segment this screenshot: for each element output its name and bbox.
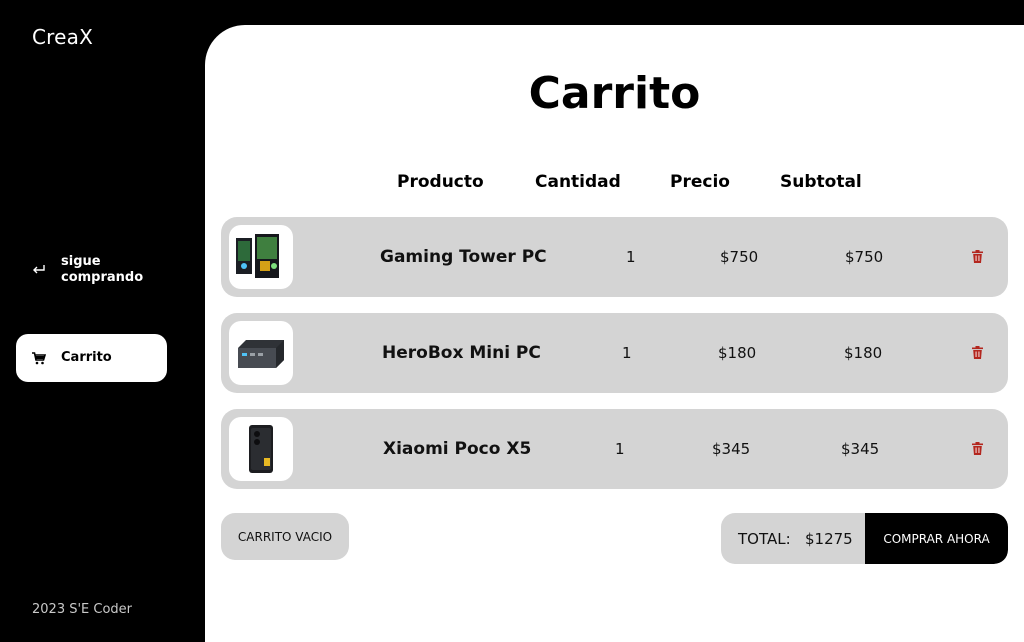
trash-icon[interactable] bbox=[970, 344, 984, 360]
cart-row: Gaming Tower PC 1 $750 $750 bbox=[221, 217, 1008, 297]
cart-row: HeroBox Mini PC 1 $180 $180 bbox=[221, 313, 1008, 393]
sidebar: CreaX sigue comprando Carrito 2023 S'E C… bbox=[0, 0, 205, 642]
column-header-product: Producto bbox=[397, 172, 484, 192]
sidebar-item-cart[interactable]: Carrito bbox=[16, 334, 167, 382]
product-quantity: 1 bbox=[622, 344, 632, 362]
empty-cart-button[interactable]: CARRITO VACIO bbox=[221, 513, 349, 560]
cart-row: Xiaomi Poco X5 1 $345 $345 bbox=[221, 409, 1008, 489]
column-header-price: Precio bbox=[670, 172, 730, 192]
product-quantity: 1 bbox=[626, 248, 636, 266]
buy-now-button[interactable]: COMPRAR AHORA bbox=[865, 513, 1008, 564]
total-value: $1275 bbox=[805, 529, 853, 548]
product-quantity: 1 bbox=[615, 440, 625, 458]
page-title: Carrito bbox=[528, 68, 701, 119]
product-subtotal: $345 bbox=[841, 440, 880, 458]
product-price: $750 bbox=[720, 248, 759, 266]
total-label: TOTAL: bbox=[738, 529, 791, 548]
product-name: Gaming Tower PC bbox=[380, 247, 547, 267]
sidebar-item-label: sigue comprando bbox=[61, 254, 144, 285]
gaming-tower-image bbox=[229, 225, 293, 289]
trash-icon[interactable] bbox=[970, 248, 984, 264]
product-subtotal: $750 bbox=[845, 248, 884, 266]
cart-panel: Carrito Producto Cantidad Precio Subtota… bbox=[205, 25, 1024, 642]
product-price: $345 bbox=[712, 440, 751, 458]
brand-logo[interactable]: CreaX bbox=[32, 25, 93, 49]
product-name: Xiaomi Poco X5 bbox=[383, 439, 532, 459]
footer-credit: 2023 S'E Coder bbox=[32, 602, 133, 617]
column-header-subtotal: Subtotal bbox=[780, 172, 862, 192]
product-subtotal: $180 bbox=[844, 344, 883, 362]
cart-icon bbox=[32, 351, 46, 365]
sidebar-item-keep-shopping[interactable]: sigue comprando bbox=[16, 246, 167, 294]
product-price: $180 bbox=[718, 344, 757, 362]
total-box: TOTAL: $1275 COMPRAR AHORA bbox=[721, 513, 1008, 564]
column-header-quantity: Cantidad bbox=[535, 172, 621, 192]
trash-icon[interactable] bbox=[970, 440, 984, 456]
product-name: HeroBox Mini PC bbox=[382, 343, 541, 363]
sidebar-item-label: Carrito bbox=[61, 350, 112, 365]
mini-pc-image bbox=[229, 321, 293, 385]
phone-image bbox=[229, 417, 293, 481]
return-arrow-icon bbox=[32, 263, 46, 277]
